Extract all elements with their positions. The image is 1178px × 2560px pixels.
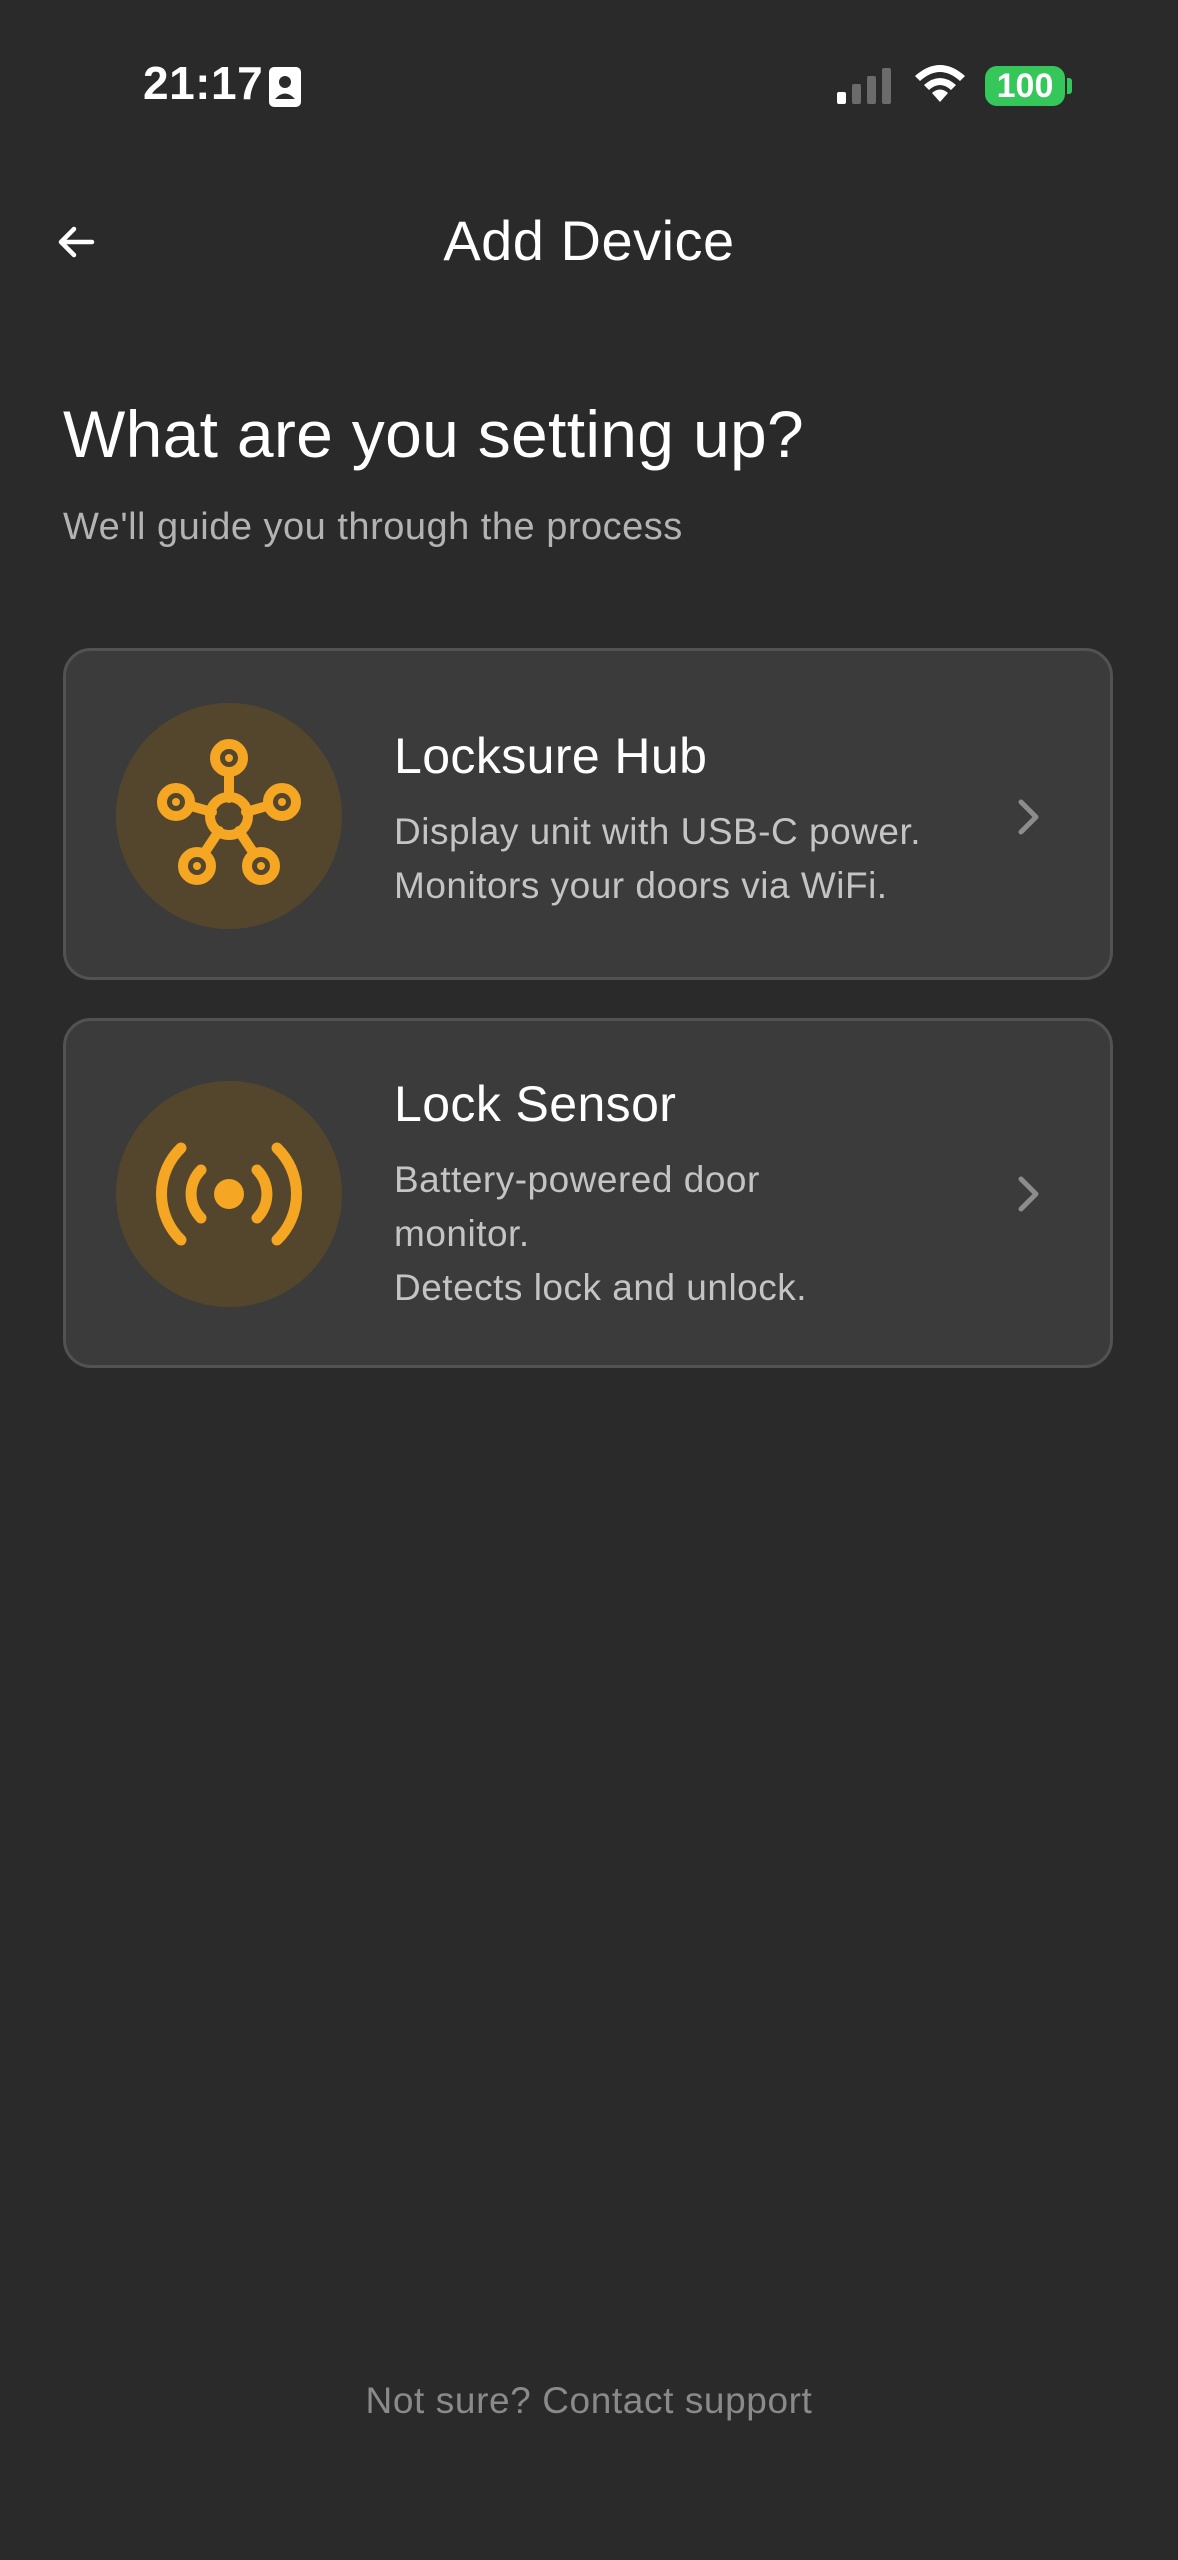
sensor-broadcast-icon — [156, 1142, 302, 1246]
sensor-icon-badge — [116, 1081, 342, 1307]
description-line: Battery-powered door — [394, 1159, 760, 1200]
description-line: monitor. — [394, 1213, 530, 1254]
device-title: Locksure Hub — [394, 728, 708, 784]
device-card-lock-sensor[interactable]: Lock Sensor Battery-powered door monitor… — [63, 1018, 1113, 1368]
status-bar: 21:17 100 — [0, 0, 1178, 170]
device-description: Display unit with USB-C power. Monitors … — [394, 805, 1014, 913]
id-card-icon — [269, 67, 301, 107]
status-time: 21:17 — [143, 57, 264, 109]
contact-support-link[interactable]: Not sure? Contact support — [0, 2380, 1178, 2422]
setup-subheading: We'll guide you through the process — [63, 506, 683, 548]
hub-icon-badge — [116, 703, 342, 929]
battery-tip — [1067, 78, 1072, 94]
setup-heading: What are you setting up? — [63, 397, 804, 471]
device-description: Battery-powered door monitor. Detects lo… — [394, 1153, 1014, 1315]
device-card-locksure-hub[interactable]: Locksure Hub Display unit with USB-C pow… — [63, 648, 1113, 980]
battery-indicator: 100 — [985, 66, 1065, 106]
hub-network-icon — [157, 739, 301, 885]
wifi-icon — [915, 65, 965, 102]
chevron-right-icon — [1018, 799, 1039, 835]
battery-level: 100 — [996, 66, 1054, 105]
description-line: Monitors your doors via WiFi. — [394, 865, 888, 906]
page-title: Add Device — [443, 209, 735, 272]
description-line: Detects lock and unlock. — [394, 1267, 808, 1308]
description-line: Display unit with USB-C power. — [394, 811, 922, 852]
cellular-signal-icon — [837, 68, 891, 104]
chevron-right-icon — [1018, 1176, 1039, 1212]
device-title: Lock Sensor — [394, 1076, 677, 1132]
